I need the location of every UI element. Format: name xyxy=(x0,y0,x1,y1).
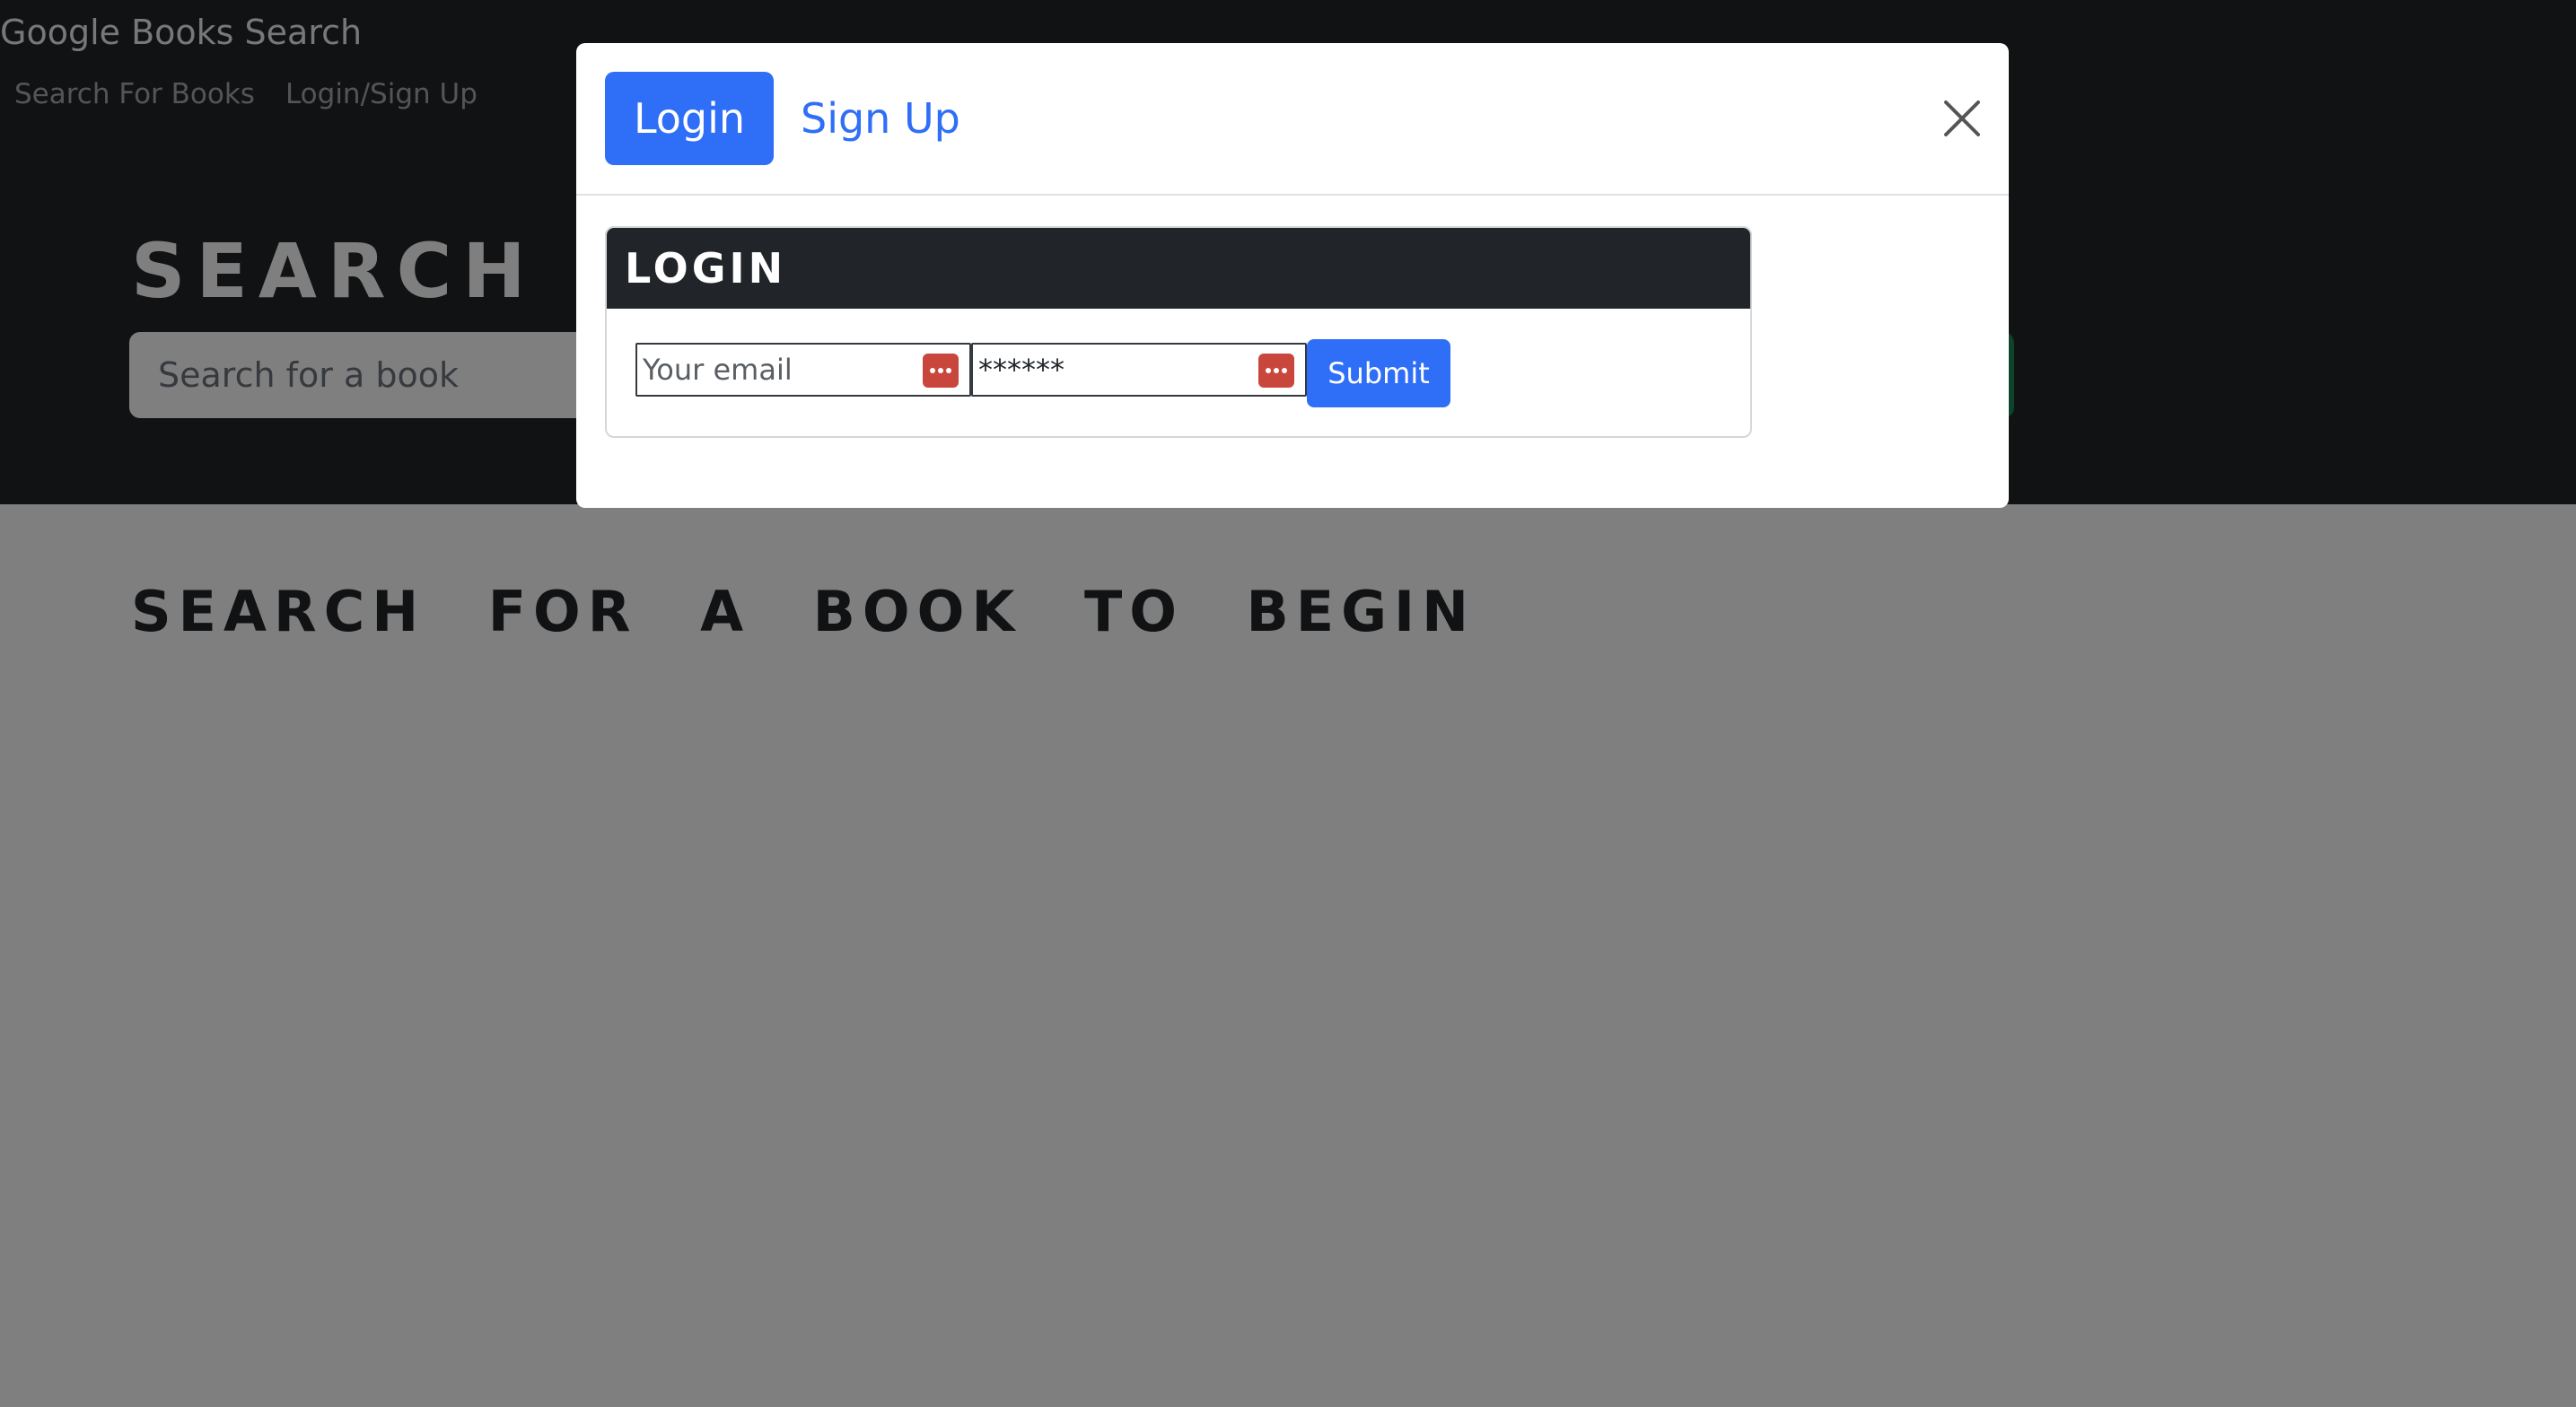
login-card-header: LOGIN xyxy=(607,228,1750,309)
login-card-title: LOGIN xyxy=(625,244,787,293)
email-input[interactable] xyxy=(643,345,912,395)
submit-button[interactable]: Submit xyxy=(1307,339,1450,407)
close-icon[interactable] xyxy=(1941,97,1984,140)
login-signup-modal: Login Sign Up LOGIN Submit xyxy=(576,43,2009,508)
password-manager-icon[interactable] xyxy=(923,354,959,388)
tab-signup[interactable]: Sign Up xyxy=(801,72,960,165)
password-field[interactable] xyxy=(971,343,1307,397)
login-card: LOGIN Submit xyxy=(605,226,1752,438)
modal-header: Login Sign Up xyxy=(576,43,2009,196)
password-input[interactable] xyxy=(978,345,1248,395)
tab-login[interactable]: Login xyxy=(605,72,774,165)
email-field[interactable] xyxy=(635,343,971,397)
password-manager-icon[interactable] xyxy=(1258,354,1294,388)
